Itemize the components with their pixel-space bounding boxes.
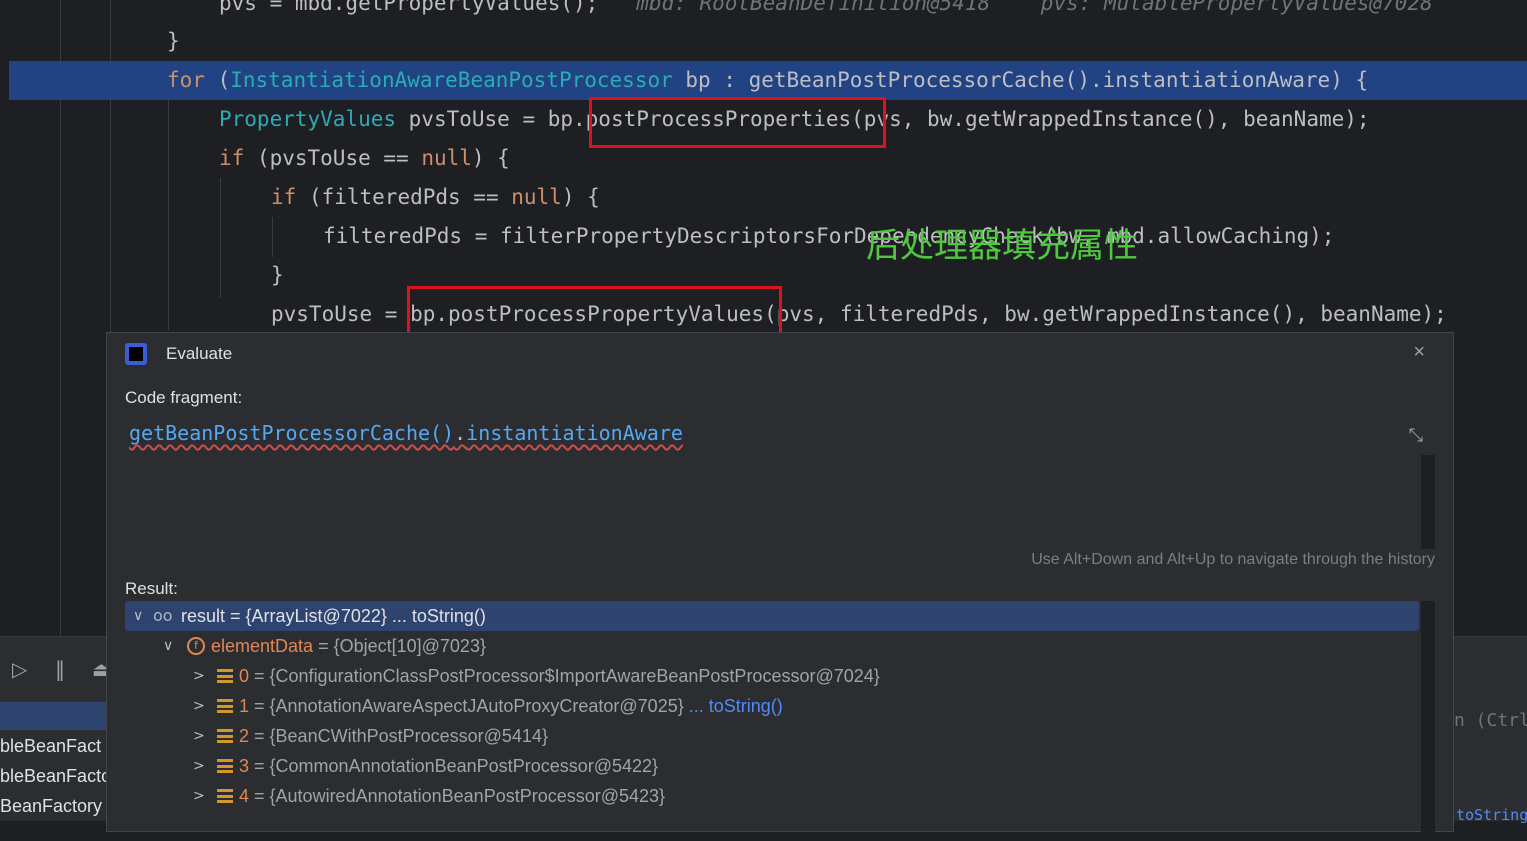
tree-row-item[interactable]: > 0 = {ConfigurationClassPostProcessor$I… [125,661,1419,691]
fragment-part: instantiationAware [466,421,683,445]
type-name: PropertyValues [219,107,397,131]
evaluate-dialog: Evaluate × Code fragment: getBeanPostPro… [106,332,1454,833]
dialog-title: Evaluate [166,344,233,363]
code-text: (filteredPds == [296,185,512,209]
keyword-if: if [271,185,297,209]
code-text: bp : getBeanPostProcessorCache().instant… [672,68,1369,92]
code-text: pvsToUse = bp.postProcessProperties(pvs,… [396,107,1370,131]
array-element-icon [217,669,233,683]
code-text: pvs = mbd.getPropertyValues(); [219,0,599,15]
code-line-1[interactable]: pvs = mbd.getPropertyValues(); mbd: Root… [219,0,1433,23]
var-value: = {CommonAnnotationBeanPostProcessor@542… [249,756,659,776]
code-line-2[interactable]: } [167,22,180,61]
watch-glasses-icon: oo [153,606,173,625]
selected-frame[interactable] [0,702,108,730]
chevron-right-icon[interactable]: > [193,781,205,811]
var-value: = {AutowiredAnnotationBeanPostProcessor@… [249,786,666,806]
code-line-3-current[interactable]: for (InstantiationAwareBeanPostProcessor… [9,61,1527,100]
chevron-right-icon[interactable]: > [193,691,205,721]
fragment-dot: . [454,421,467,445]
code-text: } [271,263,284,287]
array-element-icon [217,759,233,773]
array-element-icon [217,699,233,713]
keyword-if: if [219,146,245,170]
code-line-8[interactable]: } [271,256,284,295]
element-index: 0 [239,666,250,686]
array-element-icon [217,789,233,803]
chevron-right-icon[interactable]: > [193,721,205,751]
keyword-null: null [511,185,562,209]
code-line-6[interactable]: if (filteredPds == null) { [271,178,600,217]
element-index: 1 [239,696,250,716]
code-text: (pvsToUse == [244,146,422,170]
var-value: = {ArrayList@7022} [225,606,387,626]
frame-item[interactable]: bleBeanFacto [0,766,111,787]
chevron-right-icon[interactable]: > [193,751,205,781]
field-icon: f [187,637,205,655]
tree-row-item[interactable]: > 4 = {AutowiredAnnotationBeanPostProces… [125,781,1419,811]
tree-row-item[interactable]: > 3 = {CommonAnnotationBeanPostProcessor… [125,751,1419,781]
result-scrollbar[interactable] [1421,601,1435,833]
var-value: = {BeanCWithPostProcessor@5414} [249,726,548,746]
element-index: 2 [239,726,250,746]
code-line-4[interactable]: PropertyValues pvsToUse = bp.postProcess… [219,100,1370,139]
history-hint: Use Alt+Down and Alt+Up to navigate thro… [1031,551,1435,568]
frame-item[interactable]: BeanFactory [0,796,102,817]
code-line-9[interactable]: pvsToUse = bp.postProcessPropertyValues(… [271,295,1447,334]
frame-item[interactable]: bleBeanFact [0,736,101,757]
tree-row-result[interactable]: ∨ oo result = {ArrayList@7022} ... toStr… [125,601,1419,631]
var-name: result [181,606,226,626]
tree-row-elementData[interactable]: ∨ f elementData = {Object[10]@7023} [125,631,1419,661]
code-text: } [167,29,180,53]
intellij-logo-icon [125,343,147,365]
var-value: = {ConfigurationClassPostProcessor$Impor… [249,666,880,686]
type-name: InstantiationAwareBeanPostProcessor [230,68,673,92]
var-name: elementData [211,636,314,656]
resume-icon[interactable]: ▷ [12,657,27,681]
close-icon[interactable]: × [1413,341,1425,364]
fragment-scrollbar[interactable] [1421,455,1435,549]
code-line-5[interactable]: if (pvsToUse == null) { [219,139,510,178]
code-text: ( [204,68,231,92]
result-tree[interactable]: ∨ oo result = {ArrayList@7022} ... toStr… [125,601,1419,841]
code-fragment-input[interactable]: getBeanPostProcessorCache().instantiatio… [129,421,683,445]
tostring-link[interactable]: ... toString() [387,606,486,626]
fragment-part: getBeanPostProcessorCache() [129,421,455,445]
var-value: = {Object[10]@7023} [313,636,486,656]
keyword-for: for [167,68,205,92]
tostring-link[interactable]: ... toString() [684,696,783,716]
var-value: = {AnnotationAwareAspectJAutoProxyCreato… [249,696,684,716]
indent-guide [272,217,273,257]
array-element-icon [217,729,233,743]
code-fragment-label: Code fragment: [125,388,243,407]
indent-guide [220,178,221,298]
code-text: ) { [471,146,510,170]
tree-row-item[interactable]: > 2 = {BeanCWithPostProcessor@5414} [125,721,1419,751]
chevron-right-icon[interactable]: > [193,661,205,691]
collapse-icon[interactable]: ⤡ [1409,425,1423,446]
shortcut-hint: n (Ctrl [1454,710,1527,731]
annotation-text: 后处理器填充属性 [866,226,1138,266]
pause-icon[interactable]: ‖ [55,657,65,681]
code-line-7[interactable]: filteredPds = filterPropertyDescriptorsF… [323,217,1334,256]
element-index: 3 [239,756,250,776]
chevron-down-icon[interactable]: ∨ [163,631,173,661]
tree-row-item[interactable]: > 1 = {AnnotationAwareAspectJAutoProxyCr… [125,691,1419,721]
indent-guide [168,100,169,330]
inline-debug-hint: mbd: RootBeanDefinition@5418 pvs: Mutabl… [598,0,1433,15]
keyword-null: null [421,146,472,170]
tostring-link[interactable]: toString() [1456,806,1527,824]
element-index: 4 [239,786,250,806]
code-text: ) { [561,185,600,209]
code-text: pvsToUse = bp.postProcessPropertyValues(… [271,302,1447,326]
chevron-down-icon[interactable]: ∨ [133,601,143,631]
result-label: Result: [125,579,178,598]
code-text: filteredPds = filterPropertyDescriptorsF… [323,224,1335,248]
